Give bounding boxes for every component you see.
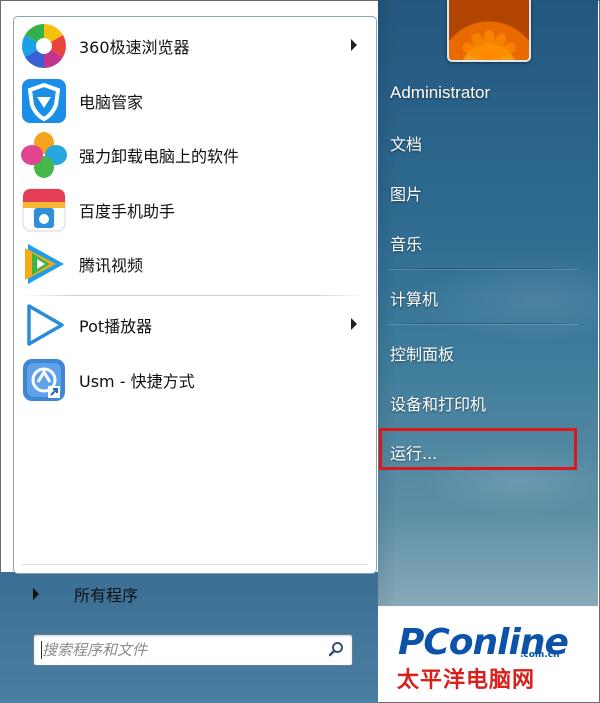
pot-player-icon: [20, 301, 68, 349]
user-name-link[interactable]: Administrator: [390, 76, 590, 110]
program-item-usm[interactable]: Usm - 快捷方式: [20, 355, 370, 405]
music-link[interactable]: 音乐: [390, 226, 590, 260]
search-icon[interactable]: [328, 641, 344, 657]
user-avatar[interactable]: [447, 0, 531, 62]
program-label: Pot播放器: [79, 317, 153, 336]
right-separator: [388, 268, 578, 269]
program-label: 强力卸载电脑上的软件: [79, 147, 240, 166]
program-label: 百度手机助手: [79, 202, 176, 221]
watermark-cn: 太平洋电脑网: [397, 668, 536, 693]
all-programs-button[interactable]: 所有程序: [25, 580, 365, 608]
all-programs-separator: [22, 564, 368, 565]
right-separator: [388, 323, 578, 324]
submenu-arrow-icon[interactable]: [351, 318, 357, 330]
program-label: Usm - 快捷方式: [79, 372, 195, 391]
submenu-arrow-icon[interactable]: [351, 39, 357, 51]
computer-link[interactable]: 计算机: [390, 281, 590, 315]
search-box[interactable]: [33, 634, 353, 666]
uninstaller-clover-icon: [20, 131, 68, 179]
pc-manager-shield-icon: [20, 77, 68, 125]
control-panel-link[interactable]: 控制面板: [390, 336, 590, 370]
watermark-domain: .com.cn: [520, 650, 560, 660]
search-input[interactable]: [40, 638, 316, 662]
program-item-pot-player[interactable]: Pot播放器: [20, 300, 370, 350]
baidu-phone-assistant-icon: [20, 186, 68, 234]
program-label: 腾讯视频: [79, 256, 144, 275]
360-browser-icon: [20, 22, 68, 70]
run-highlight-box: [379, 428, 577, 470]
all-programs-label: 所有程序: [74, 586, 139, 605]
program-item-pc-manager[interactable]: 电脑管家: [20, 76, 370, 126]
programs-separator: [22, 295, 368, 296]
tencent-video-icon: [20, 240, 68, 288]
program-label: 360极速浏览器: [79, 38, 190, 57]
documents-link[interactable]: 文档: [390, 126, 590, 160]
program-item-tencent-video[interactable]: 腾讯视频: [20, 239, 370, 289]
program-item-360-browser[interactable]: 360极速浏览器: [20, 21, 370, 71]
program-label: 电脑管家: [79, 93, 144, 112]
pictures-link[interactable]: 图片: [390, 176, 590, 210]
devices-printers-link[interactable]: 设备和打印机: [390, 386, 590, 420]
program-item-baidu-assistant[interactable]: 百度手机助手: [20, 185, 370, 235]
usm-shortcut-icon: [20, 356, 68, 404]
expand-arrow-icon: [33, 588, 39, 600]
program-item-uninstaller[interactable]: 强力卸载电脑上的软件: [20, 130, 370, 180]
